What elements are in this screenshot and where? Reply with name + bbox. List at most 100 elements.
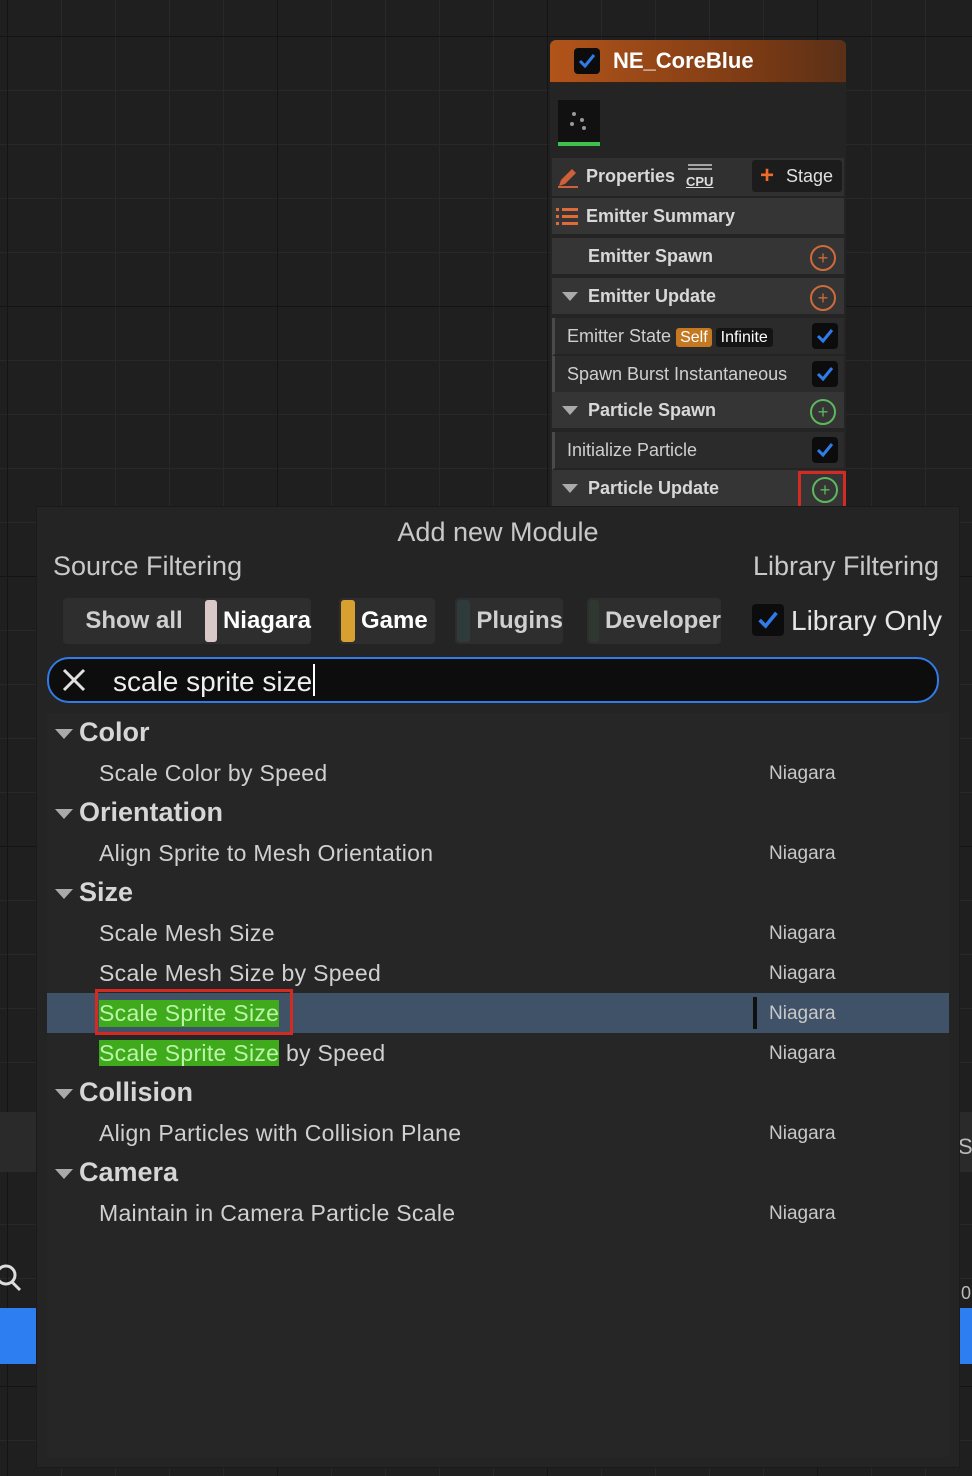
emitter-enabled-checkbox[interactable] <box>574 48 600 74</box>
module-name: Align Particles with Collision Plane <box>99 1120 462 1146</box>
category-header[interactable]: Color <box>47 713 949 753</box>
module-enabled-checkbox[interactable] <box>812 437 838 463</box>
add-module-popup[interactable]: Add new Module Source Filtering Library … <box>36 506 960 1468</box>
module-label: Initialize Particle <box>567 440 698 460</box>
search-value[interactable]: scale sprite size <box>113 664 316 698</box>
collapse-arrow-icon[interactable] <box>55 889 73 899</box>
module-list-item[interactable]: Scale Mesh Size Niagara <box>47 913 949 953</box>
collapse-arrow-icon[interactable] <box>562 484 578 493</box>
chip-label: Developer <box>604 607 721 634</box>
popup-title: Add new Module <box>397 517 599 547</box>
module-name: Align Sprite to Mesh Orientation <box>99 840 434 866</box>
filter-show-all-button[interactable]: Show all <box>63 598 205 644</box>
source-filtering-label: Source Filtering <box>53 551 243 581</box>
module-source: Niagara <box>769 843 836 864</box>
emitter-update-row[interactable]: Emitter Update + <box>552 278 844 316</box>
module-list-item[interactable]: Maintain in Camera Particle Scale Niagar… <box>47 1193 949 1233</box>
module-list-item[interactable]: Scale Sprite Size by Speed Niagara <box>47 1033 949 1073</box>
clear-search-icon[interactable] <box>59 665 89 695</box>
module-emitter-state[interactable]: Emitter State Self Infinite <box>552 318 844 356</box>
collapse-arrow-icon[interactable] <box>562 406 578 415</box>
callout-highlight <box>95 989 293 1035</box>
infinite-tag: Infinite <box>715 328 773 347</box>
emitter-title: NE_CoreBlue <box>613 48 754 73</box>
properties-label: Properties <box>586 166 676 186</box>
module-initialize-particle[interactable]: Initialize Particle <box>552 432 844 470</box>
category-label: Orientation <box>79 797 224 827</box>
particle-spawn-label: Particle Spawn <box>588 400 717 420</box>
properties-row[interactable]: Properties CPU + Stage <box>552 158 844 198</box>
filter-plugins-button[interactable]: Plugins <box>455 598 563 644</box>
module-list-item-selected[interactable]: Scale Sprite Size Niagara <box>47 989 949 1035</box>
selection-marker <box>753 997 757 1029</box>
module-list-item[interactable]: Align Particles with Collision Plane Nia… <box>47 1113 949 1153</box>
emitter-summary-row[interactable]: Emitter Summary <box>552 198 844 236</box>
category-label: Color <box>79 717 150 747</box>
stage-label: Stage <box>786 166 834 186</box>
module-list-item[interactable]: Scale Color by Speed Niagara <box>47 753 949 793</box>
module-source: Niagara <box>769 1123 836 1144</box>
cpu-label: CPU <box>686 174 714 189</box>
add-module-icon[interactable]: + <box>810 399 836 425</box>
cpu-icon: CPU <box>686 162 714 189</box>
category-label: Camera <box>79 1157 179 1187</box>
emitter-node-header[interactable]: NE_CoreBlue <box>550 40 846 83</box>
collapse-arrow-icon[interactable] <box>55 1169 73 1179</box>
pencil-icon <box>556 165 580 194</box>
module-name: Scale Mesh Size <box>99 920 275 946</box>
module-name: Scale Mesh Size by Speed <box>99 960 382 986</box>
collapse-arrow-icon[interactable] <box>55 809 73 819</box>
category-label: Size <box>79 877 134 907</box>
module-search-input[interactable]: scale sprite size <box>47 657 939 703</box>
module-label: Spawn Burst Instantaneous <box>567 364 788 384</box>
add-stage-button[interactable]: + Stage <box>752 160 842 192</box>
library-filtering-label: Library Filtering <box>752 551 939 581</box>
module-enabled-checkbox[interactable] <box>812 323 838 349</box>
emitter-node[interactable]: NE_CoreBlue Properties CPU + Stage Emitt… <box>550 40 846 511</box>
module-name: Scale Sprite Size by Speed <box>99 1040 386 1066</box>
callout-highlight <box>798 471 846 511</box>
filter-niagara-button[interactable]: Niagara <box>203 598 311 644</box>
module-name: Maintain in Camera Particle Scale <box>99 1200 456 1226</box>
collapse-arrow-icon[interactable] <box>562 292 578 301</box>
module-source: Niagara <box>769 763 836 784</box>
background-button[interactable] <box>958 1308 972 1364</box>
background-panel-left <box>0 1112 36 1172</box>
source-color-swatch <box>205 600 217 642</box>
source-color-swatch <box>589 600 599 642</box>
module-spawn-burst[interactable]: Spawn Burst Instantaneous <box>552 356 844 394</box>
module-list-item[interactable]: Scale Mesh Size by Speed Niagara <box>47 953 949 993</box>
particle-spawn-row[interactable]: Particle Spawn + <box>552 392 844 430</box>
chip-label: Plugins <box>476 607 563 634</box>
collapse-arrow-icon[interactable] <box>55 729 73 739</box>
module-label: Emitter State Self Infinite <box>567 326 773 347</box>
source-color-swatch <box>457 600 471 642</box>
category-header[interactable]: Orientation <box>47 793 949 833</box>
emitter-summary-label: Emitter Summary <box>586 206 736 226</box>
library-only-label: Library Only <box>791 605 942 636</box>
collapse-arrow-icon[interactable] <box>55 1089 73 1099</box>
emitter-thumbnail <box>558 100 600 146</box>
module-enabled-checkbox[interactable] <box>812 361 838 387</box>
source-color-swatch <box>341 600 355 642</box>
filter-developer-button[interactable]: Developer <box>587 598 721 644</box>
particle-update-label: Particle Update <box>588 478 720 498</box>
emitter-spawn-row[interactable]: Emitter Spawn + <box>552 238 844 276</box>
filter-game-button[interactable]: Game <box>339 598 435 644</box>
add-module-icon[interactable]: + <box>810 285 836 311</box>
library-only-checkbox[interactable] <box>752 604 784 636</box>
background-button[interactable] <box>0 1308 36 1364</box>
module-list-item[interactable]: Align Sprite to Mesh Orientation Niagara <box>47 833 949 873</box>
chip-label: Niagara <box>222 607 311 634</box>
module-name: Scale Color by Speed <box>99 760 328 786</box>
search-icon[interactable] <box>0 1262 26 1292</box>
category-header[interactable]: Size <box>47 873 949 913</box>
category-header[interactable]: Camera <box>47 1153 949 1193</box>
module-source: Niagara <box>769 1003 836 1024</box>
category-header[interactable]: Collision <box>47 1073 949 1113</box>
module-results-list[interactable]: Color Scale Color by Speed Niagara Orien… <box>47 713 949 1457</box>
add-module-icon[interactable]: + <box>810 245 836 271</box>
self-tag: Self <box>676 328 712 347</box>
emitter-spawn-label: Emitter Spawn <box>588 246 714 266</box>
background-glyph: 0 <box>961 1283 972 1303</box>
